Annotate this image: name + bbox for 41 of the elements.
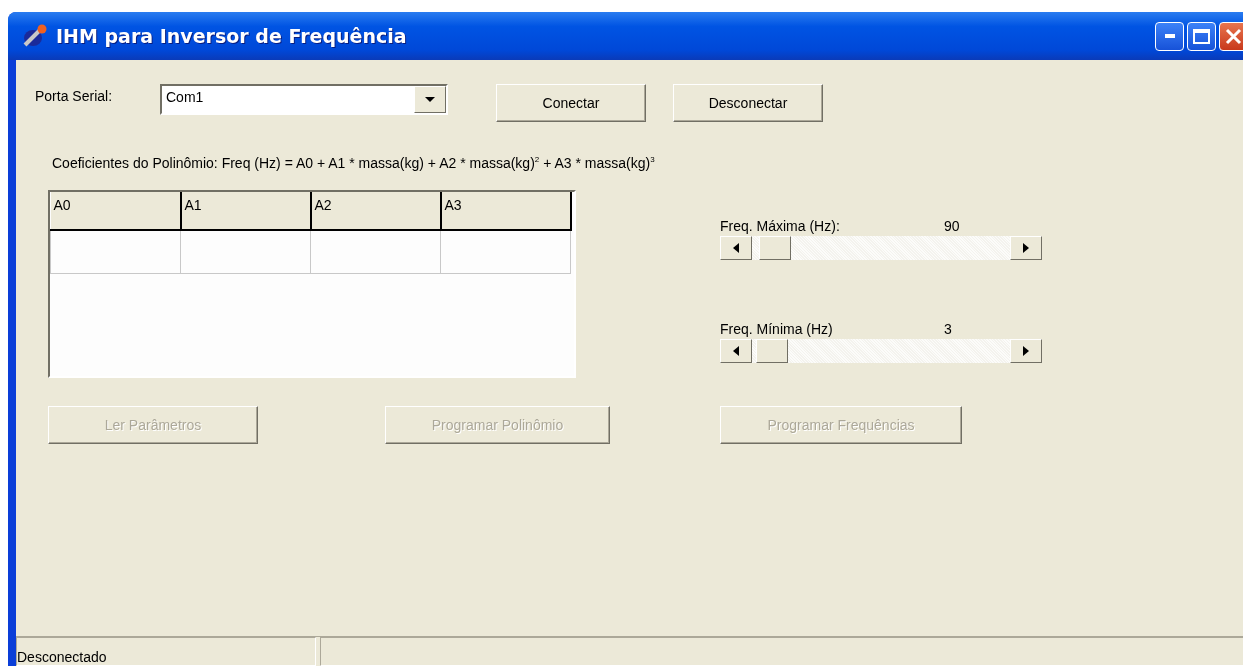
coefficient-table[interactable]: A0 A1 A2 A3 [48,190,576,378]
maximize-icon [1193,28,1210,44]
right-arrow-icon [1023,243,1029,253]
scroll-thumb[interactable] [758,236,791,260]
slider-label: Freq. Máxima (Hz): [720,218,841,234]
slider-reading: 90 [944,218,960,234]
scrollbar[interactable] [720,236,1042,260]
scrollbar[interactable] [720,339,1042,363]
slider-label: Freq. Mínima (Hz) [720,321,834,337]
close-icon [1225,27,1242,45]
scroll-right-button[interactable] [1010,339,1042,363]
maximize-button[interactable] [1187,21,1216,51]
minimize-icon [1164,34,1175,38]
left-arrow-icon [733,243,739,253]
app-icon [22,24,48,48]
serial-port-label: Porta Serial: [35,88,114,104]
status-text: Desconectado [17,649,107,665]
close-button[interactable] [1219,21,1243,51]
column-header[interactable]: A1 [180,192,311,230]
scroll-thumb[interactable] [756,339,789,363]
table-cell[interactable] [310,230,441,274]
table-cell[interactable] [50,230,181,274]
column-header[interactable]: A0 [50,192,181,230]
minimize-button[interactable] [1155,21,1184,51]
connect-button[interactable]: Conectar [496,84,646,122]
dropdown-value: Com1 [165,88,205,107]
serial-port-dropdown[interactable]: Com1 [160,84,448,115]
column-header[interactable]: A2 [310,192,441,230]
column-header[interactable]: A3 [440,192,571,230]
scroll-right-button[interactable] [1010,236,1042,260]
slider-reading: 3 [944,321,952,337]
table-cell[interactable] [180,230,311,274]
dropdown-arrow-icon [425,97,435,102]
table-cell[interactable] [440,230,571,274]
polynomial-label: Coeficientes do Polinômio: Freq (Hz) = A0 + A1 * massa(kg) + A2 * massa(kg)$^{2}$ + A3 * massa(kg)$^{3}$ [51,154,656,173]
scroll-left-button[interactable] [720,339,752,363]
right-arrow-icon [1023,346,1029,356]
left-arrow-icon [733,346,739,356]
window-title: IHM para Inversor de Frequência [56,25,408,47]
scroll-left-button[interactable] [720,236,752,260]
disconnect-button[interactable]: Desconectar [673,84,823,122]
